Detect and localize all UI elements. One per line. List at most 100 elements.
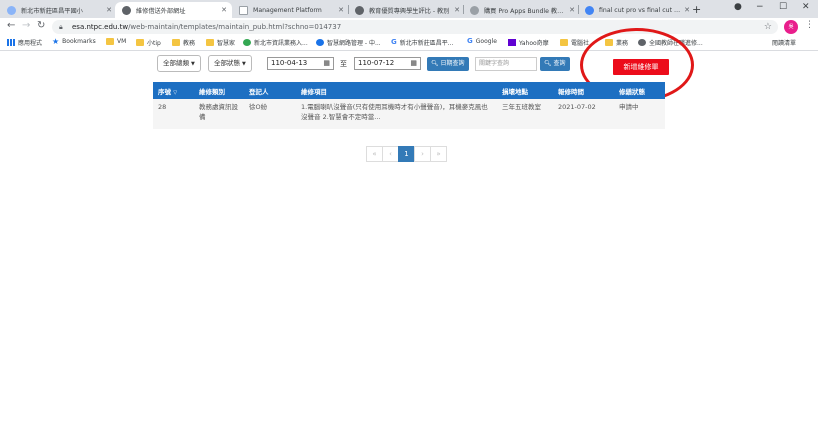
first-page-button[interactable]: « bbox=[366, 146, 383, 162]
date-range-separator: 至 bbox=[340, 60, 347, 68]
date-to-input[interactable]: 110-07-12 ▦ bbox=[354, 57, 421, 70]
filter-bar: 全部總類 ▼ 全部狀態 ▼ 110-04-13 ▦ 至 110-07-12 ▦ 🔍︎ 日… bbox=[0, 55, 818, 73]
column-header-location: 損壞地點 bbox=[497, 82, 553, 99]
browser-tab[interactable]: 新北市新莊區昌平國小 ✕ bbox=[0, 2, 117, 18]
date-search-button[interactable]: 🔍︎ 日期查詢 bbox=[427, 57, 469, 71]
browser-tab[interactable]: final cut pro vs final cut pro ✕ bbox=[578, 2, 695, 18]
bookmark-folder[interactable]: 智慧家 bbox=[206, 38, 235, 47]
bookmark-item[interactable]: G Google bbox=[467, 37, 497, 46]
keyword-input[interactable]: 關鍵字查詢 bbox=[475, 57, 537, 71]
column-header-item: 維修項目 bbox=[296, 82, 497, 99]
current-page-button[interactable]: 1 bbox=[398, 146, 415, 162]
maximize-button[interactable]: ☐ bbox=[779, 2, 787, 12]
repair-table: 序號 ▽ 維修類別 登記人 維修項目 損壞地點 報修時間 修繕狀態 28 教務處… bbox=[153, 82, 665, 129]
cell-item[interactable]: 1.電腦喇叭沒聲音(只有使用耳機時才有小聲聲音)，耳機麥克風也沒聲音 2.智慧會… bbox=[296, 99, 497, 129]
close-icon[interactable]: ✕ bbox=[683, 6, 691, 14]
url-host: esa.ntpc.edu.tw bbox=[72, 23, 129, 31]
cell-location: 三年五班教室 bbox=[497, 99, 553, 129]
column-header-status: 修繕狀態 bbox=[614, 82, 665, 99]
search-button[interactable]: 🔍︎ 查詢 bbox=[540, 57, 570, 71]
search-icon: 🔍︎ bbox=[544, 60, 552, 67]
folder-icon bbox=[172, 39, 180, 46]
date-from-input[interactable]: 110-04-13 ▦ bbox=[267, 57, 334, 70]
search-icon: 🔍︎ bbox=[431, 60, 439, 67]
calendar-icon[interactable]: ▦ bbox=[323, 58, 330, 69]
bookmark-item[interactable]: 新北市資訊業務入... bbox=[243, 38, 308, 47]
bookmark-item[interactable]: 智慧網路管理 - 中... bbox=[316, 38, 381, 47]
cell-id: 28 bbox=[153, 99, 194, 129]
pagination: « ‹ 1 › » bbox=[366, 146, 447, 162]
globe-icon bbox=[122, 5, 131, 15]
close-window-button[interactable]: ✕ bbox=[802, 2, 810, 12]
leaf-icon bbox=[243, 39, 251, 46]
close-icon[interactable]: ✕ bbox=[337, 6, 345, 14]
google-icon: G bbox=[391, 38, 397, 46]
reading-list[interactable]: 閱讀清單 bbox=[772, 38, 796, 47]
browser-tab[interactable]: 教育優質專興學生評比 - 教別 ✕ bbox=[348, 2, 465, 18]
bookmark-folder[interactable]: VM bbox=[106, 38, 126, 45]
bookmark-star-icon[interactable]: ☆ bbox=[764, 20, 772, 34]
bookmark-folder[interactable]: 小tip bbox=[136, 38, 161, 47]
column-header-report-time: 報修時間 bbox=[553, 82, 614, 99]
bookmark-folder[interactable]: 教務 bbox=[172, 38, 195, 47]
bookmark-folder[interactable]: 電腦社 bbox=[560, 38, 589, 47]
address-bar[interactable]: 🔒︎ esa.ntpc.edu.tw/web-maintain/template… bbox=[52, 20, 778, 34]
sort-icon[interactable]: ▽ bbox=[173, 90, 177, 96]
close-icon[interactable]: ✕ bbox=[453, 6, 461, 14]
apps-icon bbox=[7, 39, 15, 46]
google-icon bbox=[585, 5, 594, 15]
profile-avatar[interactable]: 吳 bbox=[784, 20, 798, 34]
table-row[interactable]: 28 教務處資訊設備 徐O紛 1.電腦喇叭沒聲音(只有使用耳機時才有小聲聲音)，… bbox=[153, 99, 665, 129]
next-page-button[interactable]: › bbox=[414, 146, 431, 162]
bookmark-item[interactable]: G 新北市新莊區昌平... bbox=[391, 38, 453, 48]
table-header-row: 序號 ▽ 維修類別 登記人 維修項目 損壞地點 報修時間 修繕狀態 bbox=[153, 82, 665, 99]
bookmarks-bar: 應用程式 ★ Bookmarks VM 小tip 教務 智慧家 新北市資訊業務入.… bbox=[0, 36, 818, 51]
browser-tab-strip: 新北市新莊區昌平國小 ✕ 維修借送外部網址 ✕ Management Platf… bbox=[0, 0, 818, 18]
category-dropdown[interactable]: 全部總類 ▼ bbox=[157, 55, 201, 72]
url-path: /web-maintain/templates/maintain_pub.htm… bbox=[128, 23, 342, 31]
back-arrow-icon[interactable]: ← bbox=[7, 20, 15, 31]
browser-tab[interactable]: Management Platform ✕ bbox=[232, 2, 349, 18]
cell-registrant: 徐O紛 bbox=[244, 99, 296, 129]
folder-icon bbox=[136, 39, 144, 46]
cell-status: 申請中 bbox=[614, 99, 665, 129]
new-tab-button[interactable]: + bbox=[692, 3, 701, 16]
forward-arrow-icon[interactable]: → bbox=[22, 20, 30, 31]
browser-tab[interactable]: 購買 Pro Apps Bundle 教育版 ✕ bbox=[463, 2, 580, 18]
caret-down-icon: ▼ bbox=[242, 61, 246, 67]
close-icon[interactable]: ✕ bbox=[220, 6, 228, 14]
lock-icon[interactable]: 🔒︎ bbox=[59, 20, 63, 34]
star-icon: ★ bbox=[52, 37, 60, 46]
yahoo-icon bbox=[508, 39, 516, 46]
prev-page-button[interactable]: ‹ bbox=[382, 146, 399, 162]
browser-tab-active[interactable]: 維修借送外部網址 ✕ bbox=[115, 2, 232, 18]
last-page-button[interactable]: » bbox=[430, 146, 447, 162]
minimize-button[interactable]: − bbox=[756, 2, 764, 12]
globe-icon bbox=[7, 5, 16, 15]
calendar-icon[interactable]: ▦ bbox=[410, 58, 417, 69]
column-header-registrant: 登記人 bbox=[244, 82, 296, 99]
browser-toolbar: ← → ↻ 🔒︎ esa.ntpc.edu.tw/web-maintain/te… bbox=[0, 18, 818, 36]
close-icon[interactable]: ✕ bbox=[568, 6, 576, 14]
google-icon: G bbox=[467, 37, 473, 45]
menu-dots-icon[interactable]: ⋮ bbox=[805, 20, 814, 30]
reload-icon[interactable]: ↻ bbox=[37, 20, 45, 31]
bookmark-item[interactable]: Yahoo奇摩 bbox=[508, 38, 549, 47]
cell-report-time: 2021-07-02 bbox=[553, 99, 614, 129]
bookmark-apps[interactable]: 應用程式 bbox=[7, 38, 42, 47]
globe-icon bbox=[355, 5, 364, 15]
apple-icon bbox=[470, 5, 479, 15]
column-header-id[interactable]: 序號 ▽ bbox=[153, 82, 194, 99]
document-icon bbox=[239, 5, 248, 15]
folder-icon bbox=[106, 38, 114, 45]
status-dropdown[interactable]: 全部狀態 ▼ bbox=[208, 55, 252, 72]
bookmark-item[interactable]: ★ Bookmarks bbox=[52, 37, 96, 46]
column-header-category: 維修類別 bbox=[194, 82, 244, 99]
folder-icon bbox=[560, 39, 568, 46]
record-icon[interactable]: ● bbox=[734, 2, 742, 12]
s-icon bbox=[316, 39, 324, 46]
cell-category: 教務處資訊設備 bbox=[194, 99, 244, 129]
folder-icon bbox=[206, 39, 214, 46]
close-icon[interactable]: ✕ bbox=[105, 6, 113, 14]
caret-down-icon: ▼ bbox=[191, 61, 195, 67]
